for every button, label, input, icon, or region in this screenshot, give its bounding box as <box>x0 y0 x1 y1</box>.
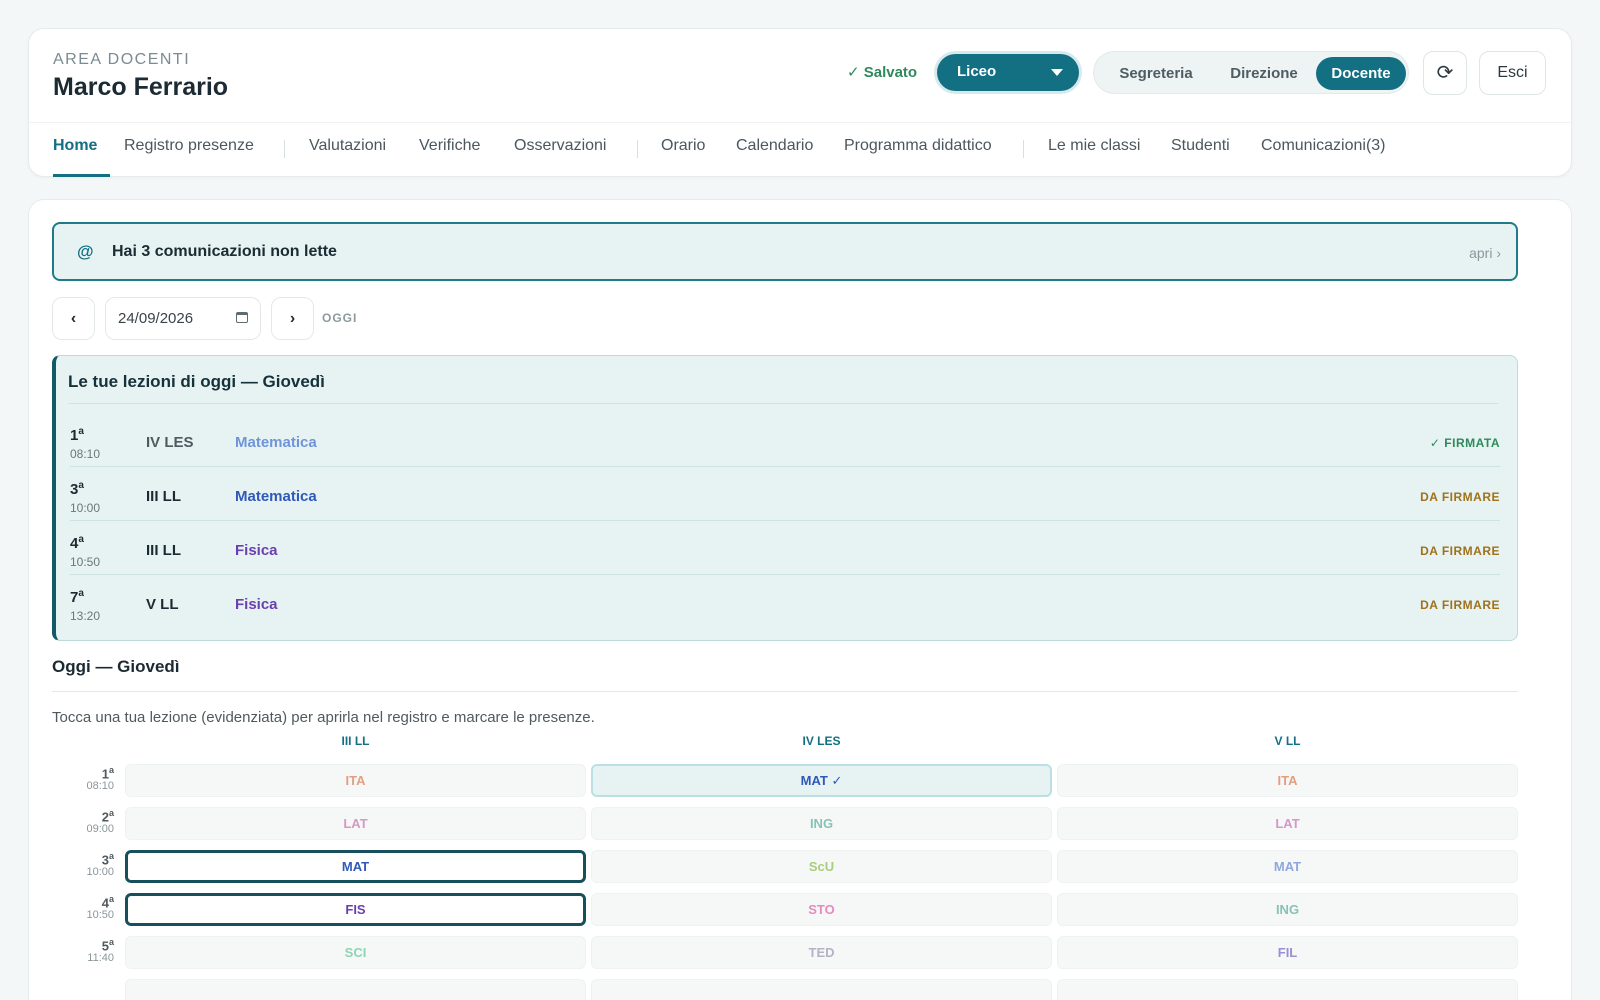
role-direzione-button[interactable]: Direzione <box>1212 57 1316 90</box>
notice-open-link[interactable]: apri › <box>1469 245 1501 261</box>
lesson-subject: Matematica <box>235 488 317 505</box>
lesson-period: 3a <box>70 480 84 498</box>
nav-osservazioni[interactable]: Osservazioni <box>514 137 606 155</box>
timetable-cell[interactable] <box>125 979 586 1000</box>
lesson-period: 7a <box>70 588 84 606</box>
nav-calendario[interactable]: Calendario <box>736 137 813 155</box>
unread-notice-banner[interactable]: @ Hai 3 comunicazioni non lette apri › <box>52 222 1518 281</box>
lesson-row[interactable]: 4a 10:50 III LL Fisica DA FIRMARE <box>70 521 1500 575</box>
nav-registro-presenze[interactable]: Registro presenze <box>124 137 254 155</box>
school-select-value: Liceo <box>957 63 997 80</box>
nav-comunicazioni[interactable]: Comunicazioni(3) <box>1261 137 1386 155</box>
lesson-status-badge: DA FIRMARE <box>1420 598 1500 612</box>
area-label: AREA DOCENTI <box>53 51 191 68</box>
timetable-cell[interactable]: TED <box>591 936 1052 969</box>
lesson-period: 1a <box>70 426 84 444</box>
school-select[interactable]: Liceo <box>937 54 1079 91</box>
role-segreteria-button[interactable]: Segreteria <box>1100 57 1212 90</box>
divider <box>52 691 1518 692</box>
nav-le-mie-classi[interactable]: Le mie classi <box>1048 137 1140 155</box>
timetable-cell[interactable]: LAT <box>1057 807 1518 840</box>
lesson-period: 4a <box>70 534 84 552</box>
saved-status: ✓ Salvato <box>847 64 918 81</box>
nav-home[interactable]: Home <box>53 137 97 155</box>
lessons-title: Le tue lezioni di oggi — Giovedì <box>68 372 325 391</box>
header-top: AREA DOCENTI Marco Ferrario ✓ Salvato Li… <box>29 29 1571 123</box>
lesson-subject: Fisica <box>235 596 278 613</box>
column-header-iii-ll: III LL <box>341 734 370 748</box>
period-label: 4a 10:50 <box>86 894 114 922</box>
timetable-cell[interactable]: MAT <box>1057 850 1518 883</box>
role-switcher: Segreteria Direzione Docente <box>1093 51 1409 94</box>
nav-programma-didattico[interactable]: Programma didattico <box>844 137 992 155</box>
timetable-cell-mine[interactable]: MAT ✓ <box>591 764 1052 797</box>
nav-orario[interactable]: Orario <box>661 137 705 155</box>
lesson-subject: Matematica <box>235 434 317 451</box>
divider <box>68 403 1498 404</box>
header-card: AREA DOCENTI Marco Ferrario ✓ Salvato Li… <box>28 28 1572 177</box>
lesson-class: III LL <box>146 542 181 559</box>
nav-separator <box>637 140 638 158</box>
lesson-subject: Fisica <box>235 542 278 559</box>
lesson-row[interactable]: 3a 10:00 III LL Matematica DA FIRMARE <box>70 467 1500 521</box>
timetable-cell-mine[interactable]: FIS <box>125 893 586 926</box>
timetable-cell[interactable] <box>1057 979 1518 1000</box>
nav-valutazioni[interactable]: Valutazioni <box>309 137 386 155</box>
today-lessons-panel: Le tue lezioni di oggi — Giovedì 1a 08:1… <box>52 355 1518 641</box>
nav-separator <box>284 140 285 158</box>
lesson-status-badge: ✓ FIRMATA <box>1429 436 1500 450</box>
main-card: @ Hai 3 comunicazioni non lette apri › ‹… <box>28 199 1572 1000</box>
timetable-cell[interactable]: ITA <box>125 764 586 797</box>
period-label: 2a 09:00 <box>86 808 114 836</box>
nav-separator <box>1023 140 1024 158</box>
lesson-time: 10:00 <box>70 501 101 515</box>
timetable-cell[interactable]: ING <box>1057 893 1518 926</box>
today-button[interactable]: OGGI <box>322 311 357 325</box>
nav-active-indicator <box>53 174 110 177</box>
timetable-cell[interactable]: LAT <box>125 807 586 840</box>
at-icon: @ <box>77 242 94 261</box>
refresh-icon[interactable]: ⟳ <box>1423 51 1467 95</box>
timetable-cell[interactable]: ING <box>591 807 1052 840</box>
lesson-row[interactable]: 7a 13:20 V LL Fisica DA FIRMARE <box>70 575 1500 629</box>
period-label: 5a 11:40 <box>87 937 114 965</box>
timetable-cell[interactable]: STO <box>591 893 1052 926</box>
notice-text: Hai 3 comunicazioni non lette <box>112 243 337 260</box>
timetable-hint: Tocca una tua lezione (evidenziata) per … <box>52 709 595 726</box>
timetable-cell[interactable]: ScU <box>591 850 1052 883</box>
date-value: 24/09/2026 <box>118 310 194 327</box>
column-header-iv-les: IV LES <box>802 734 841 748</box>
nav-verifiche[interactable]: Verifiche <box>419 137 480 155</box>
lesson-class: IV LES <box>146 434 194 451</box>
lesson-time: 13:20 <box>70 609 101 623</box>
next-day-button[interactable]: › <box>271 297 314 340</box>
chevron-down-icon <box>1051 69 1063 76</box>
lesson-class: III LL <box>146 488 181 505</box>
nav-studenti[interactable]: Studenti <box>1171 137 1230 155</box>
timetable-cell[interactable]: FIL <box>1057 936 1518 969</box>
column-header-v-ll: V LL <box>1274 734 1301 748</box>
period-label: 1a 08:10 <box>86 765 114 793</box>
lesson-row[interactable]: 1a 08:10 IV LES Matematica ✓ FIRMATA <box>70 413 1500 467</box>
lesson-class: V LL <box>146 596 179 613</box>
timetable-cell-mine[interactable]: MAT <box>125 850 586 883</box>
timetable-cell[interactable] <box>591 979 1052 1000</box>
calendar-icon[interactable] <box>236 312 248 323</box>
period-label: 3a 10:00 <box>86 851 114 879</box>
role-docente-button[interactable]: Docente <box>1316 57 1406 90</box>
lesson-time: 10:50 <box>70 555 101 569</box>
timetable-cell[interactable]: SCI <box>125 936 586 969</box>
lesson-time: 08:10 <box>70 447 101 461</box>
prev-day-button[interactable]: ‹ <box>52 297 95 340</box>
timetable-cell[interactable]: ITA <box>1057 764 1518 797</box>
lesson-status-badge: DA FIRMARE <box>1420 490 1500 504</box>
timetable-title: Oggi — Giovedì <box>52 657 180 676</box>
lesson-status-badge: DA FIRMARE <box>1420 544 1500 558</box>
user-name: Marco Ferrario <box>53 73 229 101</box>
date-input[interactable]: 24/09/2026 <box>105 297 261 340</box>
exit-button[interactable]: Esci <box>1479 51 1546 95</box>
